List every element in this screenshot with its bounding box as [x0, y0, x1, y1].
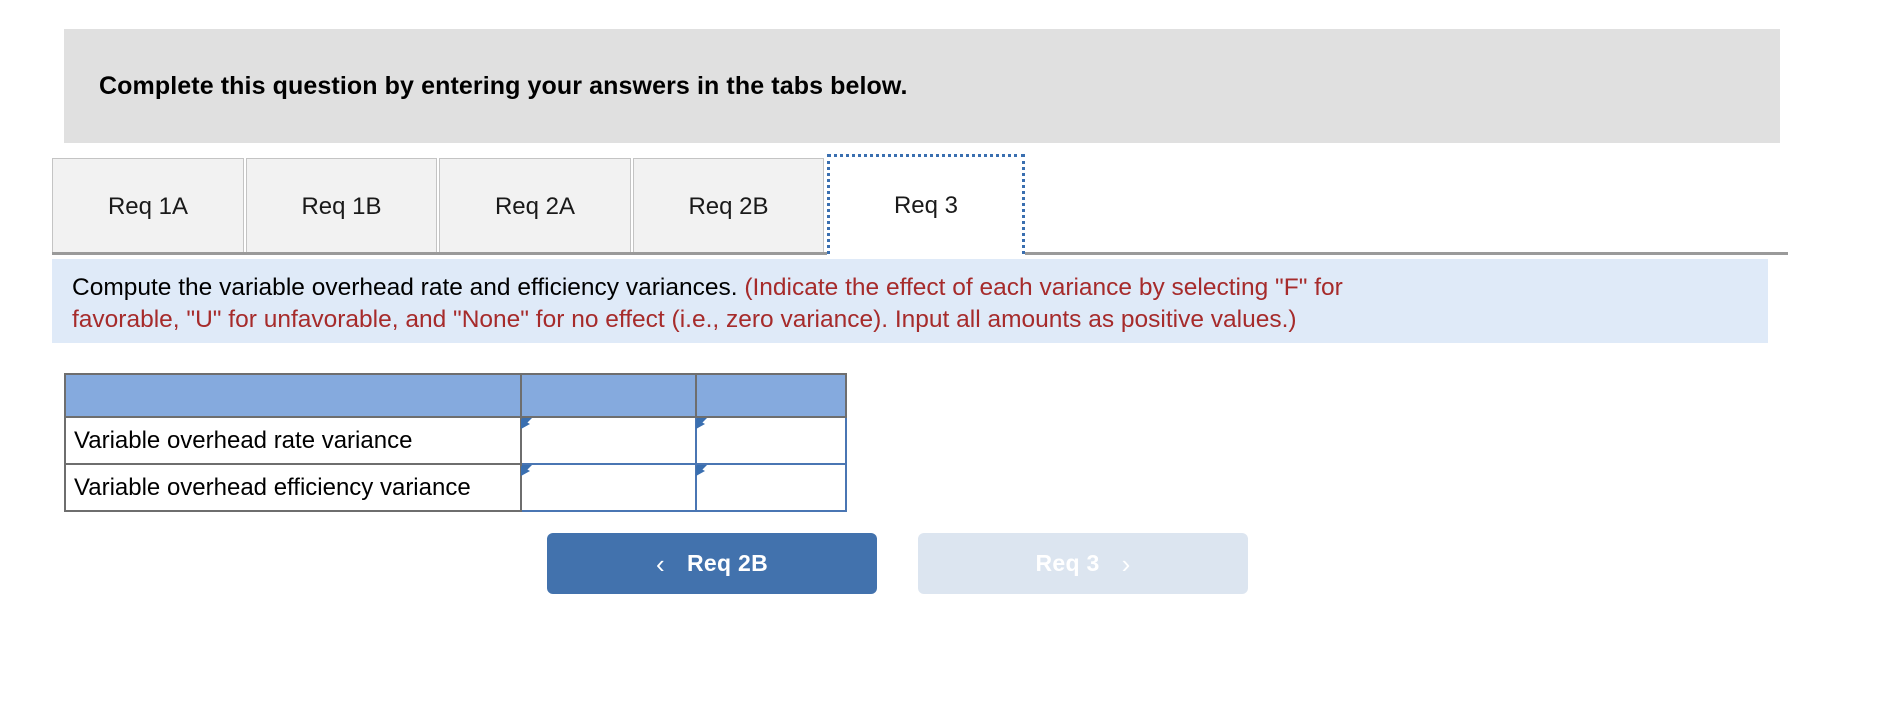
- active-tab-underline-mask: [827, 254, 1025, 257]
- tab-label: Req 1B: [301, 192, 382, 220]
- instruction-panel: Compute the variable overhead rate and e…: [52, 259, 1768, 343]
- tab-req-1a[interactable]: Req 1A: [52, 158, 244, 254]
- question-page: Complete this question by entering your …: [0, 0, 1888, 708]
- instruction-prompt: Compute the variable overhead rate and e…: [72, 274, 738, 301]
- dropdown-marker-icon: [521, 418, 532, 438]
- table-row: Variable overhead rate variance: [64, 416, 847, 465]
- question-header-title: Complete this question by entering your …: [99, 71, 908, 100]
- input-efficiency-variance-effect[interactable]: [695, 463, 847, 512]
- chevron-right-icon: ›: [1121, 548, 1131, 579]
- tab-label: Req 3: [893, 191, 959, 219]
- instruction-line-1: Compute the variable overhead rate and e…: [72, 272, 1748, 304]
- question-header-bar: Complete this question by entering your …: [64, 29, 1780, 143]
- dropdown-marker-icon: [696, 465, 707, 485]
- next-button-label: Req 3: [1035, 550, 1100, 576]
- table-header-cell-effect: [695, 373, 847, 418]
- requirement-tabs: Req 1A Req 1B Req 2A Req 2B Req 3: [52, 154, 1788, 257]
- dropdown-marker-icon: [696, 418, 707, 438]
- instruction-line-2: favorable, "U" for unfavorable, and "Non…: [72, 304, 1748, 336]
- prev-button-label: Req 2B: [686, 550, 768, 576]
- tab-label: Req 1A: [107, 192, 189, 220]
- input-rate-variance-amount[interactable]: [520, 416, 697, 465]
- tab-label: Req 2B: [688, 192, 769, 220]
- dropdown-marker-icon: [521, 465, 532, 485]
- input-efficiency-variance-amount[interactable]: [520, 463, 697, 512]
- input-rate-variance-effect[interactable]: [695, 416, 847, 465]
- prev-requirement-button[interactable]: ‹ Req 2B: [547, 533, 877, 594]
- tab-req-1b[interactable]: Req 1B: [246, 158, 437, 254]
- tab-req-2b[interactable]: Req 2B: [633, 158, 824, 254]
- table-row: Variable overhead efficiency variance: [64, 463, 847, 512]
- row-label-efficiency-variance: Variable overhead efficiency variance: [64, 463, 522, 512]
- row-label-rate-variance: Variable overhead rate variance: [64, 416, 522, 465]
- table-header-cell-label: [64, 373, 522, 418]
- chevron-left-icon: ‹: [655, 548, 665, 579]
- tab-label: Req 2A: [494, 192, 576, 220]
- table-header-cell-amount: [520, 373, 697, 418]
- navigation-buttons: ‹ Req 2B Req 3 ›: [547, 533, 1248, 594]
- tabs-row: Req 1A Req 1B Req 2A Req 2B Req 3: [52, 154, 1027, 257]
- tab-req-2a[interactable]: Req 2A: [439, 158, 631, 254]
- table-header-row: [64, 373, 847, 418]
- variance-table: Variable overhead rate variance Variable…: [64, 373, 847, 512]
- next-requirement-button[interactable]: Req 3 ›: [918, 533, 1248, 594]
- tab-req-3[interactable]: Req 3: [827, 154, 1025, 257]
- instruction-note-part-2: favorable, "U" for unfavorable, and "Non…: [72, 306, 1297, 333]
- instruction-note-part-1: (Indicate the effect of each variance by…: [744, 274, 1343, 301]
